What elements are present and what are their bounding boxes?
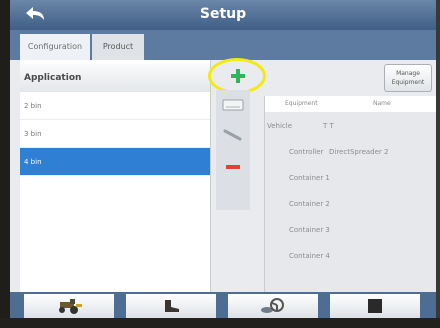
wrench-icon	[223, 129, 242, 141]
controller-label[interactable]: Controller	[289, 148, 323, 156]
minus-icon	[226, 165, 240, 169]
bottom-nav-operator[interactable]	[126, 294, 216, 318]
steering-wheel-icon	[261, 298, 284, 313]
column-header-equipment: Equipment	[285, 100, 318, 107]
bottom-nav-equipment[interactable]	[24, 294, 114, 318]
edit-button[interactable]	[220, 124, 246, 146]
tab-product[interactable]: Product	[92, 34, 144, 60]
tree-item-container[interactable]: Container 4	[289, 252, 330, 260]
tool-column	[216, 90, 250, 210]
application-heading: Application	[20, 64, 210, 92]
tractor-icon	[59, 299, 82, 314]
add-button[interactable]	[218, 62, 258, 90]
manage-label-line1: Manage	[396, 70, 420, 77]
manage-label-line2: Equipment	[391, 79, 425, 86]
application-panel: Application 2 bin 3 bin 4 bin	[20, 60, 211, 300]
photo-frame-left	[0, 0, 10, 328]
tree-item-container[interactable]: Container 2	[289, 200, 330, 208]
manage-equipment-button[interactable]: Manage Equipment	[384, 64, 432, 92]
tab-configuration[interactable]: Configuration	[20, 34, 90, 60]
remove-button[interactable]	[220, 156, 246, 178]
vehicle-name: T T	[323, 122, 334, 130]
controller-name: DirectSpreader 2	[329, 148, 389, 156]
keyboard-icon	[222, 99, 244, 111]
bottom-nav-stop[interactable]	[330, 294, 420, 318]
bottom-nav-guidance[interactable]	[228, 294, 318, 318]
stop-icon	[368, 299, 382, 313]
column-header-name: Name	[373, 100, 391, 107]
vehicle-label[interactable]: Vehicle	[267, 122, 292, 130]
bottom-nav	[10, 292, 436, 318]
display-screen: Setup Configuration Product Application …	[10, 0, 436, 318]
tree-item-container[interactable]: Container 3	[289, 226, 330, 234]
title-bar: Setup	[10, 0, 436, 30]
page-title: Setup	[199, 6, 247, 22]
photo-frame-bottom	[0, 318, 440, 328]
keyboard-button[interactable]	[220, 94, 246, 116]
plus-icon	[231, 69, 245, 83]
list-item-application[interactable]: 3 bin	[20, 120, 210, 148]
tree-item-container[interactable]: Container 1	[289, 174, 330, 182]
equipment-panel: Equipment Name Vehicle T T Controller Di…	[264, 96, 436, 296]
tab-bar: Configuration Product	[10, 30, 436, 60]
list-item-application-selected[interactable]: 4 bin	[20, 148, 210, 176]
equipment-column-headers: Equipment Name	[265, 96, 436, 112]
list-item-application[interactable]: 2 bin	[20, 92, 210, 120]
boot-icon	[165, 300, 179, 312]
